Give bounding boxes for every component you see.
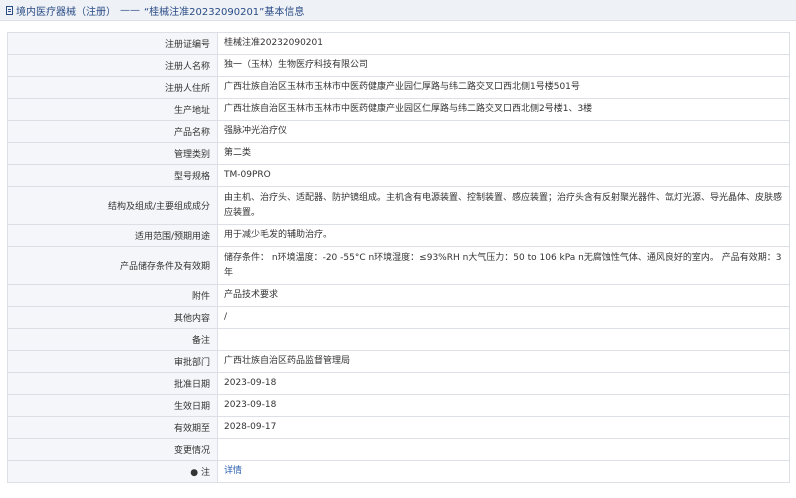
field-value: 第二类 <box>217 142 790 165</box>
field-value: 用于减少毛发的辅助治疗。 <box>217 224 790 247</box>
field-value: 产品技术要求 <box>217 284 790 307</box>
field-value: TM-09PRO <box>217 164 790 187</box>
table-row: ● 注 详情 <box>7 460 790 483</box>
field-value: 强脉冲光治疗仪 <box>217 120 790 143</box>
field-value: 2028-09-17 <box>217 416 790 439</box>
field-label: 产品名称 <box>7 120 218 143</box>
field-label: 生产地址 <box>7 98 218 121</box>
document-icon <box>6 5 13 15</box>
table-row: 生效日期 2023-09-18 <box>7 394 790 417</box>
table-row: 批准日期 2023-09-18 <box>7 372 790 395</box>
table-row: 产品储存条件及有效期 储存条件： n环境温度：-20 -55°C n环境湿度：≤… <box>7 246 790 285</box>
table-row: 审批部门 广西壮族自治区药品监督管理局 <box>7 350 790 373</box>
table-row: 生产地址 广西壮族自治区玉林市玉林市中医药健康产业园区仁厚路与纬二路交叉口西北侧… <box>7 98 790 121</box>
breadcrumb-separator: —— <box>120 4 140 16</box>
field-label: 有效期至 <box>7 416 218 439</box>
table-row: 其他内容 / <box>7 306 790 329</box>
field-value: 详情 <box>217 460 790 483</box>
field-label: 注册人名称 <box>7 54 218 77</box>
field-label: 批准日期 <box>7 372 218 395</box>
field-value: 由主机、治疗头、适配器、防护镜组成。主机含有电源装置、控制装置、感应装置；治疗头… <box>217 186 790 225</box>
field-value <box>217 328 790 351</box>
field-value: 广西壮族自治区玉林市玉林市中医药健康产业园区仁厚路与纬二路交叉口西北侧2号楼1、… <box>217 98 790 121</box>
field-label: 结构及组成/主要组成成分 <box>7 186 218 225</box>
field-value: / <box>217 306 790 329</box>
table-row: 注册证编号 桂械注准20232090201 <box>7 32 790 55</box>
field-value <box>217 438 790 461</box>
table-row: 注册人名称 独一（玉林）生物医疗科技有限公司 <box>7 54 790 77</box>
breadcrumb-category-link[interactable]: 境内医疗器械（注册） <box>16 3 116 18</box>
field-value: 2023-09-18 <box>217 372 790 395</box>
field-value: 独一（玉林）生物医疗科技有限公司 <box>217 54 790 77</box>
field-label: 管理类别 <box>7 142 218 165</box>
table-row: 管理类别 第二类 <box>7 142 790 165</box>
registration-info-table: 注册证编号 桂械注准20232090201 注册人名称 独一（玉林）生物医疗科技… <box>7 32 790 483</box>
table-row: 附件 产品技术要求 <box>7 284 790 307</box>
field-label: 附件 <box>7 284 218 307</box>
field-label: 注册证编号 <box>7 32 218 55</box>
field-label: 产品储存条件及有效期 <box>7 246 218 285</box>
table-row: 有效期至 2028-09-17 <box>7 416 790 439</box>
field-label: 其他内容 <box>7 306 218 329</box>
field-label: 生效日期 <box>7 394 218 417</box>
field-value: 广西壮族自治区玉林市玉林市中医药健康产业园仁厚路与纬二路交叉口西北侧1号楼501… <box>217 76 790 99</box>
table-row: 适用范围/预期用途 用于减少毛发的辅助治疗。 <box>7 224 790 247</box>
table-row: 型号规格 TM-09PRO <box>7 164 790 187</box>
details-link[interactable]: 详情 <box>224 466 242 476</box>
field-value: 储存条件： n环境温度：-20 -55°C n环境湿度：≤93%RH n大气压力… <box>217 246 790 285</box>
field-label: 变更情况 <box>7 438 218 461</box>
table-row: 注册人住所 广西壮族自治区玉林市玉林市中医药健康产业园仁厚路与纬二路交叉口西北侧… <box>7 76 790 99</box>
field-label: 适用范围/预期用途 <box>7 224 218 247</box>
breadcrumb-current-title: “桂械注准20232090201”基本信息 <box>144 6 305 18</box>
table-row: 变更情况 <box>7 438 790 461</box>
table-row: 产品名称 强脉冲光治疗仪 <box>7 120 790 143</box>
breadcrumb: 境内医疗器械（注册） —— “桂械注准20232090201”基本信息 <box>0 0 796 21</box>
table-row: 备注 <box>7 328 790 351</box>
table-row: 结构及组成/主要组成成分 由主机、治疗头、适配器、防护镜组成。主机含有电源装置、… <box>7 186 790 225</box>
field-value: 桂械注准20232090201 <box>217 32 790 55</box>
field-label: ● 注 <box>7 460 218 483</box>
field-value: 广西壮族自治区药品监督管理局 <box>217 350 790 373</box>
field-value: 2023-09-18 <box>217 394 790 417</box>
field-label: 审批部门 <box>7 350 218 373</box>
field-label: 型号规格 <box>7 164 218 187</box>
field-label: 备注 <box>7 328 218 351</box>
field-label: 注册人住所 <box>7 76 218 99</box>
